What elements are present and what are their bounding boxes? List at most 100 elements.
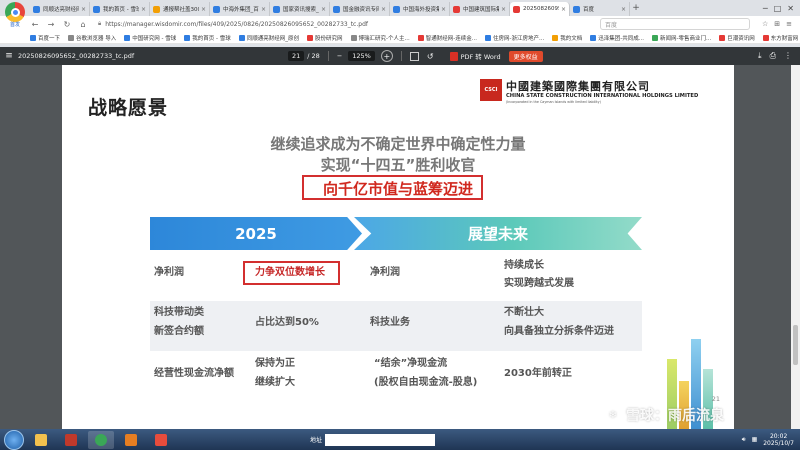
zoom-in-button[interactable]: + xyxy=(380,50,393,62)
bookmark-favicon-icon xyxy=(719,34,726,41)
tab-5[interactable]: 国金融资讯专网网× xyxy=(330,2,390,16)
clock[interactable]: 20:02 2025/10/7 xyxy=(763,433,794,447)
tab-close-icon[interactable]: × xyxy=(81,6,86,13)
fit-page-icon[interactable] xyxy=(409,51,419,61)
url-field[interactable]: 🔒︎ https://manager.wisdomir.com/files/40… xyxy=(94,18,594,30)
search-input[interactable]: 百度 xyxy=(599,18,750,30)
tab-4[interactable]: 国家资讯搜索_中海× xyxy=(270,2,330,16)
zoom-out-button[interactable]: − xyxy=(337,52,342,60)
taskbar-media[interactable] xyxy=(58,431,84,449)
tab-close-icon[interactable]: × xyxy=(141,6,146,13)
bookmark-favicon-icon xyxy=(350,34,357,41)
tab-close-icon[interactable]: × xyxy=(261,6,266,13)
bookmark-favicon-icon xyxy=(30,34,36,41)
rotate-icon[interactable]: ↺ xyxy=(427,52,434,61)
tab-6[interactable]: 中国海外投资集团× xyxy=(390,2,450,16)
more-benefits-button[interactable]: 更多权益 xyxy=(508,50,543,62)
taskbar-explorer[interactable] xyxy=(28,431,54,449)
more-options-icon[interactable]: ⋮ xyxy=(784,51,792,61)
bookmark-item[interactable]: 新闻网-零售商业门... xyxy=(651,34,711,42)
clock-time: 20:02 xyxy=(769,432,788,440)
tab-favicon-icon xyxy=(453,5,460,13)
maximize-icon[interactable]: □ xyxy=(774,4,782,13)
tab-label: 通报帮社盖300号 xyxy=(163,7,199,13)
print-icon[interactable]: ⎙ xyxy=(770,51,776,61)
home-icon[interactable]: ⌂ xyxy=(78,20,88,29)
tab-9[interactable]: 百度 × xyxy=(570,2,630,16)
bookmark-item[interactable]: 博瑞汇研究-个人主... xyxy=(350,34,410,42)
back-icon[interactable]: ← xyxy=(30,20,40,29)
page-control: 21 / 28 xyxy=(288,51,320,61)
tab-close-icon[interactable]: × xyxy=(201,6,206,13)
tab-close-icon[interactable]: × xyxy=(561,6,566,13)
pdf-to-word-button[interactable]: PDF 转 Word xyxy=(449,51,501,61)
sidebar-menu-icon[interactable]: ≡ xyxy=(0,51,18,61)
tab-label: 国金融资讯专网网 xyxy=(343,7,379,13)
slide-page: 战略愿景 CSCI 中國建築國際集團有限公司 CHINA STATE CONST… xyxy=(62,65,734,429)
tab-close-icon[interactable]: × xyxy=(501,6,506,13)
tab-8[interactable]: 20250826095652_0...× xyxy=(510,2,570,16)
bookmark-item[interactable]: 中国研究网 - 雪球 xyxy=(124,34,176,42)
pdf-actions: ⤓ ⎙ ⋮ xyxy=(758,51,800,61)
refresh-icon[interactable]: ↻ xyxy=(62,20,72,29)
taskbar-app[interactable] xyxy=(118,431,144,449)
band-2025: 2025 xyxy=(150,217,362,250)
scrollbar-thumb[interactable] xyxy=(793,325,798,365)
taskbar-address-input[interactable] xyxy=(325,433,436,446)
bookmark-item[interactable]: 我的文档 xyxy=(552,34,582,42)
bookmark-label: 智通财经网-连续金... xyxy=(425,35,477,42)
tab-close-icon[interactable]: × xyxy=(381,6,386,13)
tab-close-icon[interactable]: × xyxy=(621,6,626,13)
tab-2[interactable]: 通报帮社盖300号× xyxy=(150,2,210,16)
headline-1: 继续追求成为不确定世界中确定性力量 xyxy=(270,135,526,153)
tab-favicon-icon xyxy=(333,5,340,13)
new-tab-button[interactable]: + xyxy=(630,3,642,13)
company-logo-icon: CSCI xyxy=(480,79,502,101)
bookmark-item[interactable]: 同顺通亮财经网_原创 xyxy=(238,34,299,42)
forward-icon[interactable]: → xyxy=(46,20,56,29)
row1-label-2025: 净利润 xyxy=(154,267,184,278)
row3-label-future-1: “结余”净现金流 xyxy=(374,358,448,369)
browser-logo[interactable]: 首发 xyxy=(3,2,27,28)
bookmark-item[interactable]: 百度一下 xyxy=(30,34,60,42)
download-icon[interactable]: ⤓ xyxy=(758,51,762,61)
start-button[interactable] xyxy=(4,429,24,450)
menu-icon[interactable]: ≡ xyxy=(786,20,792,28)
row3-label-future-2: (股权自由现金流-股息) xyxy=(374,377,478,388)
tab-7[interactable]: 中国建筑国际集团× xyxy=(450,2,510,16)
bookmark-item[interactable]: 迅泽集团-共同成... xyxy=(590,34,644,42)
minimize-icon[interactable]: ─ xyxy=(763,4,768,13)
bookmark-item[interactable]: 巨潮资讯网 xyxy=(719,34,755,42)
bookmark-item[interactable]: 股份研究网 xyxy=(307,34,343,42)
tab-0[interactable]: 同顺达亮财经网 原创× xyxy=(30,2,90,16)
scrollbar[interactable] xyxy=(791,65,800,429)
taskbar-browser[interactable] xyxy=(88,430,114,449)
star-icon[interactable]: ☆ xyxy=(762,20,768,28)
tab-3[interactable]: 中海外集团_百度搜索× xyxy=(210,2,270,16)
tab-1[interactable]: 我的首页 - 雪球 × xyxy=(90,2,150,16)
bookmark-item[interactable]: 谷歌浏览器 导入 xyxy=(68,34,116,42)
tab-favicon-icon xyxy=(33,5,40,13)
bookmark-item[interactable]: 智通财经网-连续金... xyxy=(417,34,477,42)
browser-icon xyxy=(95,433,107,446)
tab-favicon-icon xyxy=(213,5,220,13)
tab-favicon-icon xyxy=(153,5,160,13)
page-number-input[interactable]: 21 xyxy=(288,51,305,61)
bookmarks-bar: 百度一下 谷歌浏览器 导入 中国研究网 - 雪球 我的首页 - 雪球 同顺通亮财经网_原… xyxy=(0,32,800,44)
tab-close-icon[interactable]: × xyxy=(321,6,326,13)
bookmark-item[interactable]: 住房网-浙江房地产... xyxy=(484,34,544,42)
network-icon[interactable]: ▦ xyxy=(752,436,758,443)
pdf-viewer[interactable]: 战略愿景 CSCI 中國建築國際集團有限公司 CHINA STATE CONST… xyxy=(0,65,800,429)
bookmark-item[interactable]: 东方财富网 xyxy=(762,34,798,42)
bookmark-favicon-icon xyxy=(552,34,559,41)
taskbar-reader[interactable] xyxy=(148,431,174,449)
close-icon[interactable]: ✕ xyxy=(787,4,794,13)
volume-icon[interactable]: 🔊︎ xyxy=(742,436,746,444)
bookmark-favicon-icon xyxy=(417,34,424,41)
row3-value-2025-1: 保持为正 xyxy=(255,358,295,369)
tab-favicon-icon xyxy=(513,5,520,13)
tab-close-icon[interactable]: × xyxy=(441,6,446,13)
zoom-input[interactable]: 125% xyxy=(348,51,375,61)
extensions-icon[interactable]: ⊞ xyxy=(774,20,780,28)
bookmark-item[interactable]: 我的首页 - 雪球 xyxy=(184,34,231,42)
